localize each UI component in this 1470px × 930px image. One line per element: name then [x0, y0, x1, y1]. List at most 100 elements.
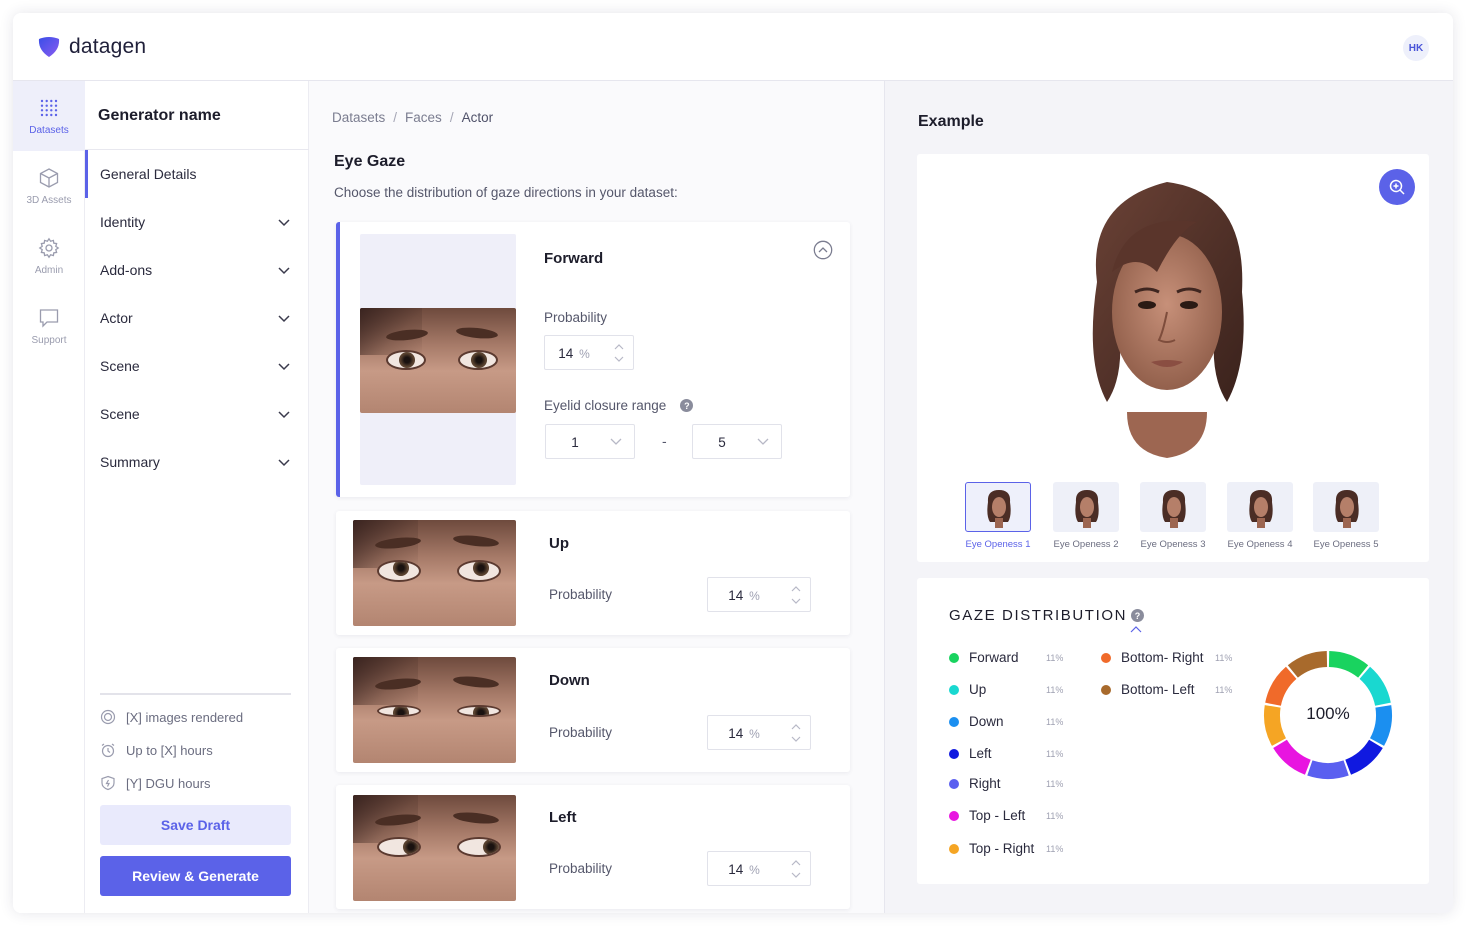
legend-item-top-right: Top - Right 11%	[949, 841, 1063, 856]
thumbnail-label: Eye Openess 4	[1227, 539, 1293, 550]
save-draft-button[interactable]: Save Draft	[100, 805, 291, 845]
gaze-distribution-card: GAZE DISTRIBUTION ? Forward 11% Up 11% Down 1…	[917, 578, 1429, 884]
gaze-card-down[interactable]: Down Probability 14 %	[336, 648, 850, 772]
rail-item-3d-assets[interactable]: 3D Assets	[13, 151, 85, 221]
thumbnail-image	[965, 482, 1031, 532]
example-preview-card: Eye Openess 1 Eye Openess 2 Eye Openess …	[917, 154, 1429, 562]
legend-percent: 11%	[1046, 749, 1064, 759]
thumbnail-label: Eye Openess 3	[1140, 539, 1206, 550]
rail-item-support[interactable]: Support	[13, 291, 85, 361]
chevron-down-icon	[757, 438, 769, 445]
eye-preview-frame	[360, 234, 516, 485]
rail-item-datasets[interactable]: Datasets	[13, 81, 85, 151]
legend-color-swatch	[949, 810, 959, 821]
probability-stepper[interactable]: 14 %	[707, 715, 811, 750]
rail-label-datasets: Datasets	[29, 124, 69, 136]
gaze-card-forward: Forward Probability 14 % Eyelid closure …	[336, 222, 850, 497]
probability-value: 14	[558, 346, 574, 361]
nav-item-add-ons[interactable]: Add-ons	[85, 246, 309, 294]
thumbnail-image	[1227, 482, 1293, 532]
thumbnail-label: Eye Openess 5	[1313, 539, 1379, 550]
breadcrumb-datasets[interactable]: Datasets	[332, 110, 385, 125]
face-render-image	[1092, 182, 1244, 458]
help-icon[interactable]: ?	[1131, 609, 1145, 622]
eyelid-range-to-select[interactable]: 5	[692, 424, 782, 459]
thumbnail-label: Eye Openess 1	[965, 539, 1031, 550]
gaze-card-left[interactable]: Left Probability 14 %	[336, 785, 850, 909]
cube-icon	[39, 167, 59, 188]
donut-segment-left	[1345, 739, 1383, 775]
rail-label-admin: Admin	[34, 264, 64, 276]
eyelid-range-from-select[interactable]: 1	[545, 424, 635, 459]
stat-label: [X] images rendered	[126, 709, 244, 725]
legend-label: Down	[969, 714, 1004, 729]
chevron-down-icon	[610, 438, 622, 445]
stepper-arrows-icon[interactable]	[613, 341, 625, 365]
nav-item-scene-2[interactable]: Scene	[85, 390, 309, 438]
distribution-title-text: GAZE DISTRIBUTION	[949, 607, 1128, 624]
donut-segment-bottom-left	[1287, 651, 1328, 678]
legend-item-up: Up 11%	[949, 682, 1063, 697]
gaze-card-up[interactable]: Up Probability 14 %	[336, 511, 850, 635]
nav-item-scene[interactable]: Scene	[85, 342, 309, 390]
legend-percent: 11%	[1215, 653, 1233, 663]
probability-stepper[interactable]: 14 %	[544, 335, 634, 370]
stepper-arrows-icon[interactable]	[790, 857, 802, 881]
images-icon	[100, 709, 116, 725]
legend-item-down: Down 11%	[949, 714, 1063, 729]
generator-name: Generator name	[98, 107, 221, 124]
review-generate-button[interactable]: Review & Generate	[100, 856, 291, 896]
thumbnail-eye-openess-3[interactable]: Eye Openess 3	[1139, 482, 1207, 550]
nav-item-summary[interactable]: Summary	[85, 438, 309, 486]
thumbnail-eye-openess-4[interactable]: Eye Openess 4	[1226, 482, 1294, 550]
eyelid-closure-label: Eyelid closure range ?	[544, 398, 694, 413]
thumbnail-image	[1053, 482, 1119, 532]
nav-item-label: Scene	[100, 406, 140, 422]
stepper-arrows-icon[interactable]	[790, 583, 802, 607]
nav-item-actor[interactable]: Actor	[85, 294, 309, 342]
nav-item-identity[interactable]: Identity	[85, 198, 309, 246]
section-title: Eye Gaze	[334, 153, 406, 170]
legend-label: Bottom- Left	[1121, 682, 1195, 697]
rail-label-3d-assets: 3D Assets	[26, 194, 72, 206]
legend-label: Up	[969, 682, 987, 697]
alarm-clock-icon	[101, 743, 115, 758]
brand-logo[interactable]: datagen	[37, 35, 146, 59]
nav-item-general-details[interactable]: General Details	[85, 150, 309, 198]
stepper-arrows-icon[interactable]	[790, 721, 802, 745]
legend-color-swatch	[949, 748, 959, 759]
user-avatar[interactable]: HK	[1403, 35, 1429, 61]
probability-stepper[interactable]: 14 %	[707, 577, 811, 612]
chat-bubble-icon	[39, 308, 59, 328]
legend-percent: 11%	[1046, 653, 1064, 663]
legend-color-swatch	[949, 684, 959, 695]
nav-item-label: Add-ons	[100, 262, 153, 278]
zoom-button[interactable]	[1379, 169, 1415, 205]
legend-label: Top - Right	[969, 841, 1035, 856]
legend-percent: 11%	[1046, 779, 1064, 789]
thumbnail-eye-openess-5[interactable]: Eye Openess 5	[1312, 482, 1380, 550]
breadcrumb-faces[interactable]: Faces	[405, 110, 442, 125]
chevron-down-icon	[278, 267, 290, 275]
eye-preview-image	[353, 657, 516, 763]
thumbnail-eye-openess-1[interactable]: Eye Openess 1	[964, 482, 1032, 550]
legend-percent: 11%	[1046, 811, 1064, 821]
help-icon[interactable]: ?	[680, 399, 694, 412]
probability-stepper[interactable]: 14 %	[707, 851, 811, 886]
card-title: Left	[549, 809, 577, 826]
legend-color-swatch	[1101, 652, 1111, 663]
shield-icon	[101, 775, 115, 791]
legend-label: Right	[969, 776, 1001, 791]
probability-label: Probability	[549, 587, 613, 602]
range-from-value: 1	[571, 435, 579, 450]
legend-item-bottom-left: Bottom- Left 11%	[1101, 682, 1232, 697]
datagen-logo-icon	[38, 37, 60, 57]
nav-item-label: Scene	[100, 358, 140, 374]
rail-item-admin[interactable]: Admin	[13, 221, 85, 291]
probability-label: Probability	[549, 861, 613, 876]
card-title: Up	[549, 535, 569, 552]
probability-value: 14	[728, 588, 744, 603]
donut-segment-forward	[1328, 651, 1369, 678]
collapse-chevron-up-icon[interactable]	[813, 240, 833, 260]
thumbnail-eye-openess-2[interactable]: Eye Openess 2	[1052, 482, 1120, 550]
